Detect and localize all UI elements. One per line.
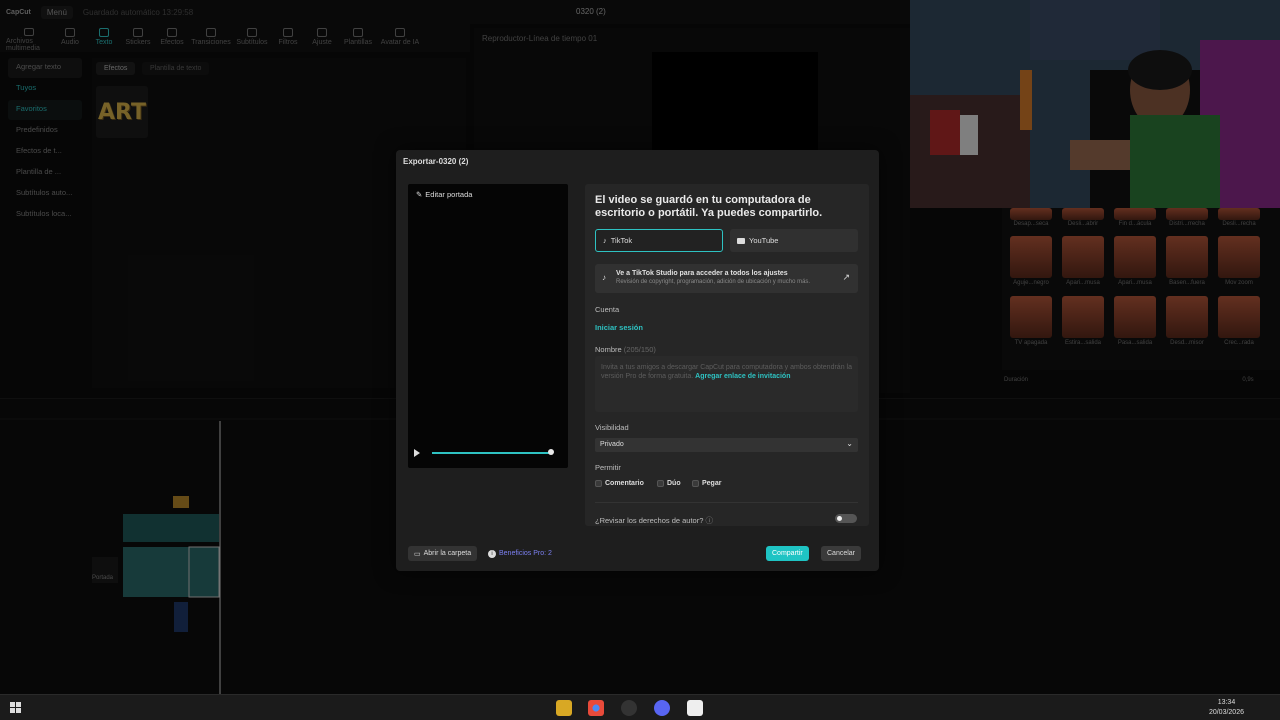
discord-icon[interactable] bbox=[654, 700, 670, 716]
account-label: Cuenta bbox=[595, 305, 620, 314]
allow-stitch-checkbox[interactable]: Pegar bbox=[692, 480, 721, 487]
share-button[interactable]: Compartir bbox=[766, 546, 809, 561]
pencil-icon: ✎ bbox=[416, 190, 423, 199]
allow-label: Permitir bbox=[595, 463, 621, 472]
name-textarea[interactable]: Invita a tus amigos a descargar CapCut p… bbox=[595, 356, 858, 412]
play-icon[interactable] bbox=[414, 449, 420, 457]
saved-headline: El video se guardó en tu computadora de … bbox=[595, 194, 823, 219]
chrome-icon[interactable] bbox=[588, 700, 604, 716]
pro-benefits[interactable]: i Beneficios Pro: 2 bbox=[482, 546, 558, 561]
tiktok-icon: ♪ bbox=[603, 236, 607, 245]
windows-taskbar: 13:34 20/03/2026 bbox=[0, 694, 1280, 720]
windows-start-icon[interactable] bbox=[8, 700, 24, 716]
export-dialog: Exportar-0320 (2) ✎ Editar portada El vi… bbox=[396, 150, 879, 571]
copyright-question: ¿Revisar los derechos de autor? ⓘ bbox=[595, 516, 713, 525]
file-explorer-icon[interactable] bbox=[556, 700, 572, 716]
scrubber-handle[interactable] bbox=[548, 449, 554, 455]
name-counter: (205/150) bbox=[623, 345, 656, 354]
visibility-select[interactable]: Privado ⌄ bbox=[595, 438, 858, 452]
external-arrow-icon: ↗ bbox=[842, 272, 850, 282]
obs-icon[interactable] bbox=[621, 700, 637, 716]
video-preview: ✎ Editar portada bbox=[408, 184, 568, 468]
platform-youtube[interactable]: YouTube bbox=[730, 229, 858, 252]
info-icon: ⓘ bbox=[705, 516, 713, 525]
copyright-toggle[interactable] bbox=[835, 514, 857, 523]
system-clock[interactable]: 13:34 20/03/2026 bbox=[1209, 698, 1244, 718]
cancel-button[interactable]: Cancelar bbox=[821, 546, 862, 561]
visibility-label: Visibilidad bbox=[595, 423, 629, 432]
open-folder-button[interactable]: ▭ Abrir la carpeta bbox=[408, 546, 478, 561]
dialog-footer: ▭ Abrir la carpeta i Beneficios Pro: 2 C… bbox=[396, 538, 879, 571]
divider bbox=[595, 502, 858, 503]
preview-scrubber[interactable] bbox=[432, 452, 552, 454]
info-icon: i bbox=[488, 549, 496, 558]
allow-duet-checkbox[interactable]: Dúo bbox=[657, 480, 681, 487]
share-panel: El video se guardó en tu computadora de … bbox=[585, 184, 869, 526]
tiktok-icon: ♪ bbox=[602, 273, 606, 282]
capcut-icon[interactable] bbox=[687, 700, 703, 716]
allow-comment-checkbox[interactable]: Comentario bbox=[595, 480, 644, 487]
login-link[interactable]: Iniciar sesión bbox=[595, 323, 643, 332]
tiktok-studio-link[interactable]: ♪ Ve a TikTok Studio para acceder a todo… bbox=[595, 264, 858, 293]
folder-icon: ▭ bbox=[414, 550, 421, 558]
youtube-icon bbox=[737, 237, 745, 244]
chevron-down-icon: ⌄ bbox=[846, 439, 853, 448]
dialog-title: Exportar-0320 (2) bbox=[403, 157, 469, 166]
invite-link[interactable]: Agregar enlace de invitación bbox=[695, 373, 790, 380]
name-label: Nombre (205/150) bbox=[595, 345, 656, 354]
edit-cover-button[interactable]: ✎ Editar portada bbox=[416, 190, 472, 199]
platform-tiktok[interactable]: ♪ TikTok bbox=[595, 229, 723, 252]
